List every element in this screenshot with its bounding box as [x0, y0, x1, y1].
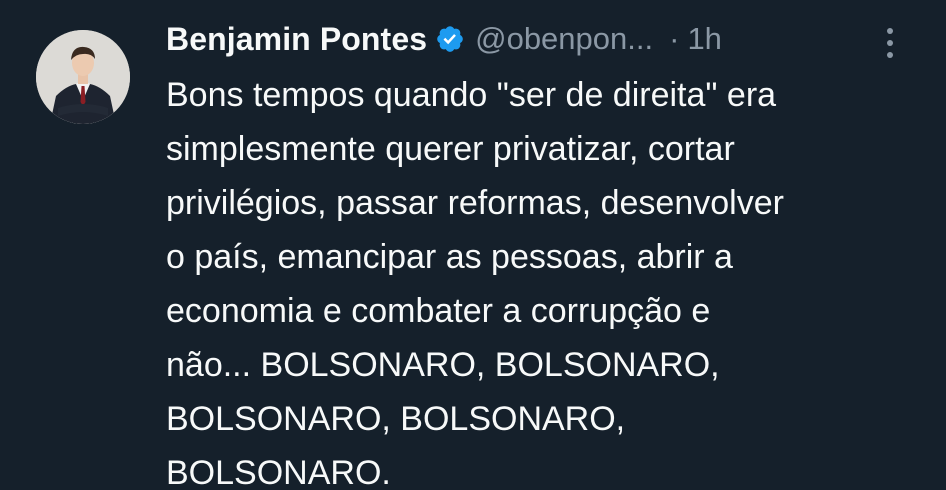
tweet-text-line: simplesmente querer privatizar, cortar — [166, 130, 735, 168]
header-separator: · — [669, 21, 680, 56]
tweet-header: Benjamin Pontes @obenpon... · 1h — [166, 14, 722, 64]
more-options-icon[interactable] — [884, 26, 896, 60]
verified-badge-icon — [435, 24, 465, 54]
tweet-text-line: o país, emancipar as pessoas, abrir a — [166, 238, 733, 276]
tweet-timestamp[interactable]: 1h — [687, 21, 721, 57]
tweet-text-line: Bons tempos quando "ser de direita" era — [166, 76, 777, 114]
tweet-text-line: não... BOLSONARO, BOLSONARO, — [166, 346, 720, 384]
tweet-text-line: privilégios, passar reformas, desenvolve… — [166, 184, 784, 222]
author-avatar[interactable] — [36, 30, 130, 124]
author-name[interactable]: Benjamin Pontes — [166, 21, 427, 58]
avatar-photo-icon — [36, 30, 130, 124]
tweet-text: Bons tempos quando "ser de direita" era … — [166, 68, 926, 490]
tweet-card[interactable]: Benjamin Pontes @obenpon... · 1h Bons te… — [0, 0, 946, 490]
tweet-text-line: economia e combater a corrupção e — [166, 292, 711, 330]
tweet-text-line: BOLSONARO, BOLSONARO, — [166, 400, 626, 438]
author-handle[interactable]: @obenpon... — [475, 21, 653, 57]
tweet-text-line: BOLSONARO. — [166, 454, 391, 490]
